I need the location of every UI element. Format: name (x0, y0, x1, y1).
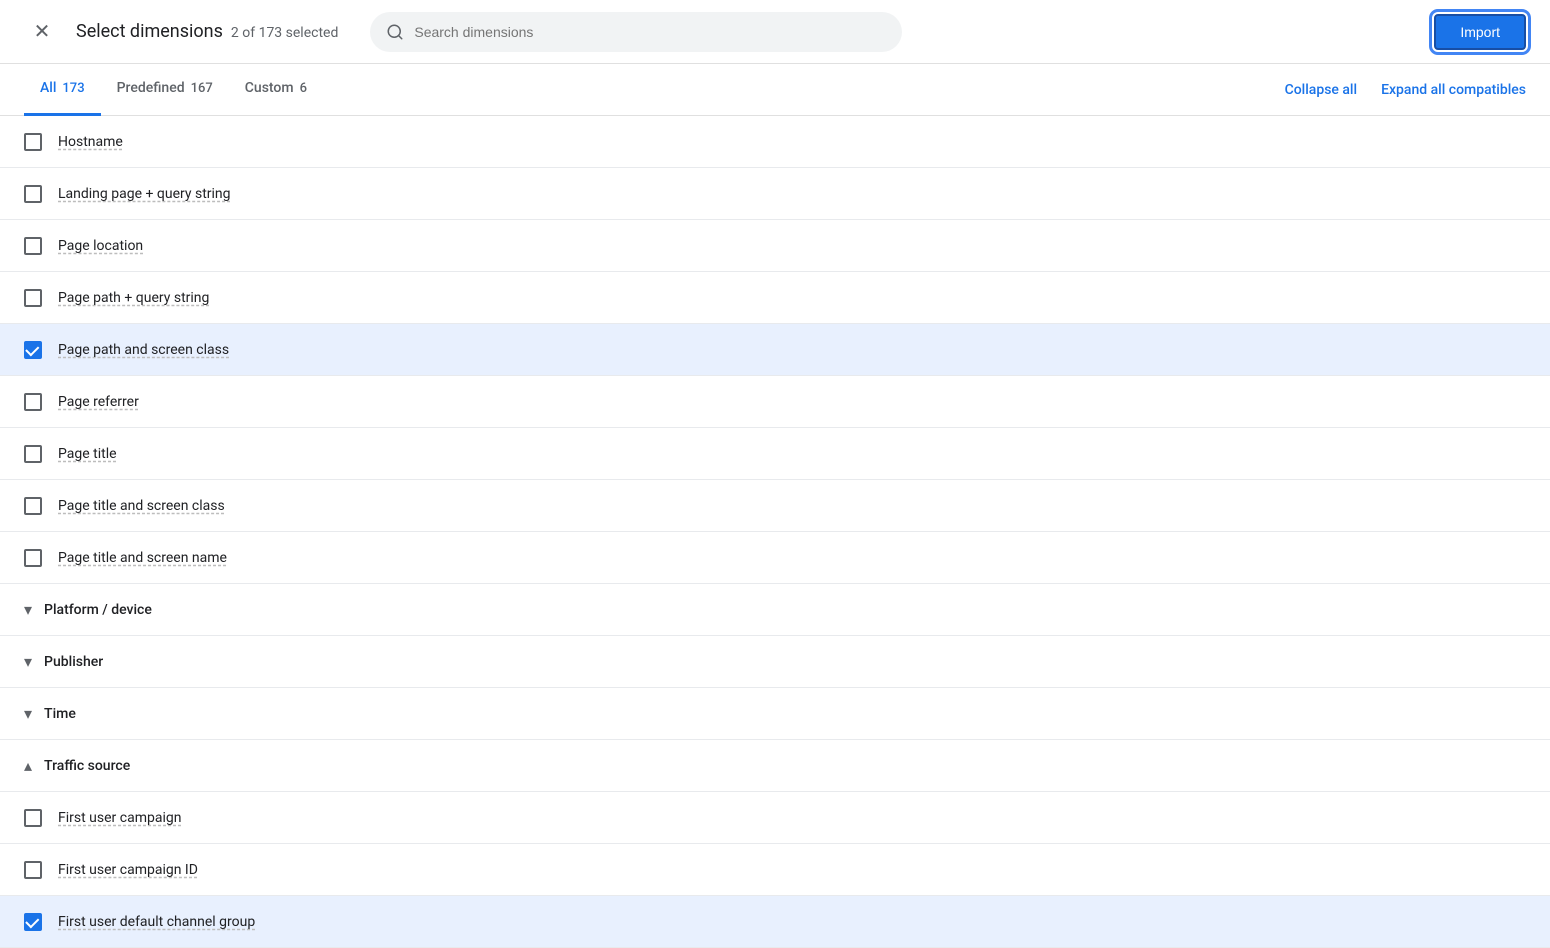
tabs-actions: Collapse all Expand all compatibles (1285, 82, 1526, 98)
tabs-container: All 173 Predefined 167 Custom 6 (24, 64, 323, 116)
checkbox-page-title-screen-name[interactable] (24, 549, 42, 567)
chevron-down-icon: ▾ (24, 600, 32, 619)
dimensions-list: Hostname Landing page + query string Pag… (0, 116, 1550, 948)
page-title: Select dimensions (76, 21, 223, 42)
section-platform-device[interactable]: ▾ Platform / device (0, 584, 1550, 636)
section-publisher[interactable]: ▾ Publisher (0, 636, 1550, 688)
tabs-bar: All 173 Predefined 167 Custom 6 Collapse… (0, 64, 1550, 116)
tab-predefined[interactable]: Predefined 167 (101, 64, 229, 116)
header: ✕ Select dimensions 2 of 173 selected Im… (0, 0, 1550, 64)
section-label-traffic-source: Traffic source (44, 758, 130, 774)
collapse-all-button[interactable]: Collapse all (1285, 82, 1358, 98)
checkbox-landing-page-query[interactable] (24, 185, 42, 203)
checkbox-first-user-campaign-id[interactable] (24, 861, 42, 879)
import-button[interactable]: Import (1434, 14, 1526, 50)
checkbox-page-title-screen-class[interactable] (24, 497, 42, 515)
list-item[interactable]: Landing page + query string (0, 168, 1550, 220)
checkbox-first-user-campaign[interactable] (24, 809, 42, 827)
checkbox-first-user-default-channel-group[interactable] (24, 913, 42, 931)
checkbox-page-title[interactable] (24, 445, 42, 463)
tab-all-label: All (40, 80, 56, 96)
checkbox-page-referrer[interactable] (24, 393, 42, 411)
checkbox-page-path-query[interactable] (24, 289, 42, 307)
tab-custom-label: Custom (245, 80, 294, 96)
tab-all-count: 173 (62, 81, 84, 96)
item-label-page-path-query: Page path + query string (58, 290, 209, 306)
list-item[interactable]: First user campaign (0, 792, 1550, 844)
list-item[interactable]: Page referrer (0, 376, 1550, 428)
title-section: Select dimensions 2 of 173 selected (76, 21, 338, 42)
expand-all-compatibles-button[interactable]: Expand all compatibles (1381, 82, 1526, 98)
item-label-page-title: Page title (58, 446, 117, 462)
list-item[interactable]: Hostname (0, 116, 1550, 168)
chevron-up-icon: ▴ (24, 756, 32, 775)
close-button[interactable]: ✕ (24, 14, 60, 50)
item-label-page-title-screen-class: Page title and screen class (58, 498, 225, 514)
checkbox-page-path-screen-class[interactable] (24, 341, 42, 359)
list-item-selected[interactable]: Page path and screen class (0, 324, 1550, 376)
list-item-selected[interactable]: First user default channel group (0, 896, 1550, 948)
section-traffic-source[interactable]: ▴ Traffic source (0, 740, 1550, 792)
chevron-down-icon: ▾ (24, 652, 32, 671)
list-item[interactable]: Page title and screen name (0, 532, 1550, 584)
tab-all[interactable]: All 173 (24, 64, 101, 116)
search-input[interactable] (414, 24, 886, 40)
item-label-first-user-campaign-id: First user campaign ID (58, 862, 198, 878)
list-item[interactable]: First user campaign ID (0, 844, 1550, 896)
item-label-page-path-screen-class: Page path and screen class (58, 342, 229, 358)
section-label-platform-device: Platform / device (44, 602, 152, 618)
item-label-page-referrer: Page referrer (58, 394, 139, 410)
section-label-time: Time (44, 706, 76, 722)
item-label-first-user-default-channel-group: First user default channel group (58, 914, 255, 930)
tab-predefined-label: Predefined (117, 80, 185, 96)
item-label-landing-page-query: Landing page + query string (58, 186, 231, 202)
item-label-first-user-campaign: First user campaign (58, 810, 181, 826)
section-label-publisher: Publisher (44, 654, 103, 670)
list-item[interactable]: Page location (0, 220, 1550, 272)
search-icon (386, 23, 404, 41)
tab-custom[interactable]: Custom 6 (229, 64, 323, 116)
checkbox-page-location[interactable] (24, 237, 42, 255)
search-container (370, 12, 902, 52)
selection-count: 2 of 173 selected (231, 25, 338, 41)
list-item[interactable]: Page path + query string (0, 272, 1550, 324)
list-item[interactable]: Page title and screen class (0, 480, 1550, 532)
close-icon: ✕ (34, 19, 51, 44)
item-label-page-title-screen-name: Page title and screen name (58, 550, 227, 566)
tab-custom-count: 6 (300, 81, 307, 96)
checkbox-hostname[interactable] (24, 133, 42, 151)
chevron-down-icon: ▾ (24, 704, 32, 723)
item-label-hostname: Hostname (58, 134, 123, 150)
list-item[interactable]: Page title (0, 428, 1550, 480)
item-label-page-location: Page location (58, 238, 143, 254)
tab-predefined-count: 167 (191, 81, 213, 96)
section-time[interactable]: ▾ Time (0, 688, 1550, 740)
